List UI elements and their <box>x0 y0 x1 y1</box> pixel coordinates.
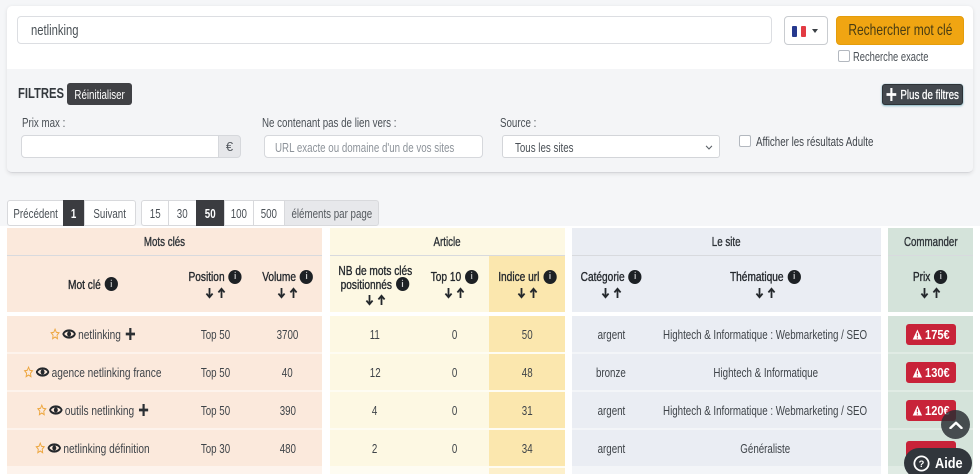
svg-text:?: ? <box>919 458 925 468</box>
